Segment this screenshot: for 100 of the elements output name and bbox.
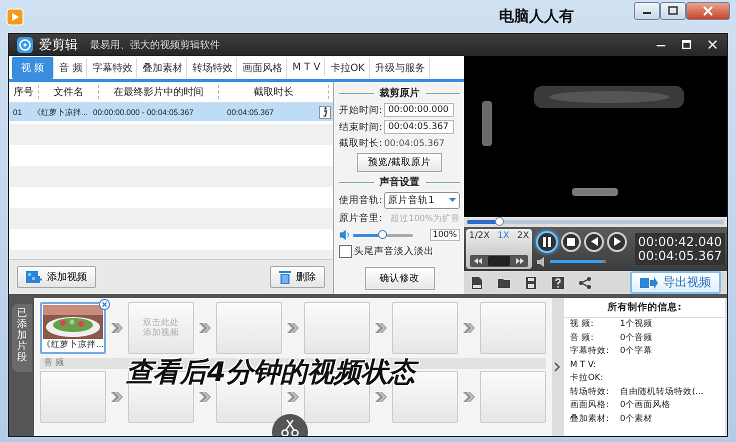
- chevron-right-icon: [552, 362, 561, 372]
- jog-wheel-drawing[interactable]: [468, 255, 530, 267]
- clip-slot[interactable]: [304, 302, 370, 354]
- clip-slot[interactable]: [40, 371, 106, 423]
- close-button[interactable]: [686, 2, 730, 20]
- end-time-field[interactable]: 00:04:05.367: [384, 120, 454, 134]
- chevron-icon: [374, 322, 388, 334]
- app-icon: [6, 8, 24, 26]
- tab[interactable]: 音 频: [55, 58, 88, 78]
- side-tab[interactable]: 已添加片段: [12, 304, 32, 372]
- field-label: 使用音轨:: [339, 194, 382, 207]
- close-icon: [703, 6, 713, 16]
- field-label: 原片音里:: [339, 212, 382, 225]
- tab[interactable]: M T V: [288, 59, 326, 76]
- stop-button[interactable]: [561, 232, 581, 252]
- tab[interactable]: 卡拉OK: [326, 58, 370, 78]
- export-icon: [640, 276, 658, 288]
- info-icon[interactable]: [319, 106, 331, 118]
- start-time-field[interactable]: 00:00:00.000: [384, 103, 454, 117]
- dropdown-caret-icon: [449, 198, 456, 203]
- table-cell-text: 《红萝卜凉拌...: [33, 106, 89, 118]
- maximize-button[interactable]: [660, 2, 686, 20]
- delete-button[interactable]: 删除: [270, 266, 325, 288]
- clip-slot[interactable]: [480, 302, 546, 354]
- step-back-icon: [590, 237, 598, 246]
- maximize-icon: [681, 39, 693, 51]
- chevron-icon: [462, 391, 476, 403]
- track-dropdown[interactable]: 原片音轨1: [384, 192, 460, 209]
- table-row[interactable]: 01 《红萝卜凉拌... 00:00:00.000 - 00:04:05.367 00:04:05.367: [9, 103, 333, 121]
- duration-value: 00:04:05.367: [384, 138, 445, 148]
- tab[interactable]: 升级与服务: [370, 58, 430, 78]
- minimize-button[interactable]: [634, 2, 660, 20]
- section-heading: 裁剪原片: [339, 86, 460, 100]
- slider-thumb[interactable]: [378, 230, 387, 238]
- window-title: 电脑人人有: [499, 7, 574, 26]
- checkbox-label: 头尾声音淡入淡出: [354, 245, 434, 258]
- clip-slot[interactable]: [480, 371, 546, 423]
- chevron-icon: [286, 391, 300, 403]
- clip-caption: 《红萝卜凉拌...: [42, 339, 104, 351]
- trash-icon: [279, 270, 291, 284]
- tab[interactable]: 转场特效: [188, 58, 238, 78]
- info-label: 叠加素材:: [570, 414, 610, 425]
- clip-slot[interactable]: [392, 302, 458, 354]
- chevron-icon: [198, 322, 212, 334]
- previous-frame-button[interactable]: [584, 232, 604, 252]
- add-video-button[interactable]: 添加视频: [17, 266, 96, 288]
- tab[interactable]: 画面风格: [238, 58, 288, 78]
- info-title: 所有制作的信息:: [564, 298, 725, 318]
- speaker-icon: [339, 228, 351, 242]
- volume-reading: 100%: [430, 229, 460, 241]
- app-logo-icon: [17, 37, 33, 53]
- info-value: 0个字幕: [620, 346, 654, 358]
- info-label: 音 频:: [570, 332, 595, 344]
- info-value: 0个音频: [620, 332, 654, 344]
- remove-icon[interactable]: [99, 298, 110, 309]
- section-heading: 声音设置: [339, 175, 460, 189]
- current-time: 00:00:42.040: [638, 235, 722, 249]
- chevron-icon: [286, 322, 300, 334]
- chevron-icon: [374, 391, 388, 403]
- export-video-button[interactable]: 导出视频: [630, 271, 721, 294]
- clip-slot[interactable]: [216, 302, 282, 354]
- document-icon: [470, 276, 484, 290]
- tab[interactable]: 叠加素材: [138, 58, 188, 78]
- maximize-icon: [668, 6, 678, 15]
- column-header: 序号: [9, 85, 39, 99]
- column-header: 截取时长: [219, 85, 329, 99]
- speed-option[interactable]: 1/2X: [468, 231, 491, 241]
- progress-thumb[interactable]: [495, 217, 504, 226]
- preview-button[interactable]: 预览/截取原片: [356, 153, 442, 172]
- table-cell-text: 00:04:05.367: [227, 108, 275, 116]
- speed-option[interactable]: 2X: [516, 231, 530, 241]
- confirm-button[interactable]: 确认修改: [364, 267, 434, 290]
- tab[interactable]: 字幕特效: [88, 58, 138, 78]
- field-label: 截取时长:: [339, 137, 382, 150]
- share-icon: [578, 276, 592, 290]
- info-label: 视 频:: [570, 319, 595, 330]
- step-forward-icon: [612, 237, 622, 246]
- pause-icon: [542, 236, 552, 246]
- column-header: 在最终影片中的时间: [99, 85, 219, 99]
- info-value: 0个素材: [620, 414, 654, 425]
- stop-icon: [567, 238, 575, 246]
- pause-button[interactable]: [536, 230, 558, 252]
- fade-checkbox[interactable]: [339, 245, 352, 258]
- info-label: 画面风格:: [570, 400, 610, 412]
- info-label: 转场特效:: [570, 386, 610, 398]
- volume-hint: 超过100%为扩音: [390, 212, 460, 224]
- progress-track[interactable]: [467, 220, 724, 224]
- add-clip-hint: 双击此处添加视频: [142, 318, 180, 338]
- app-tagline: 最易用、强大的视频剪辑软件: [90, 38, 220, 52]
- app-name: 爱剪辑: [39, 37, 78, 54]
- info-value: 0个画面风格: [620, 400, 672, 412]
- chevron-icon: [198, 391, 212, 403]
- total-time: 00:04:05.367: [638, 249, 722, 263]
- add-video-icon: [26, 270, 42, 284]
- info-value: 自由随机转场特效(...: [620, 386, 704, 398]
- info-label: M T V:: [570, 360, 597, 371]
- info-glyph-icon: [322, 107, 328, 117]
- save-icon: [524, 276, 538, 290]
- chevron-icon: [110, 322, 124, 334]
- next-frame-button[interactable]: [607, 232, 627, 252]
